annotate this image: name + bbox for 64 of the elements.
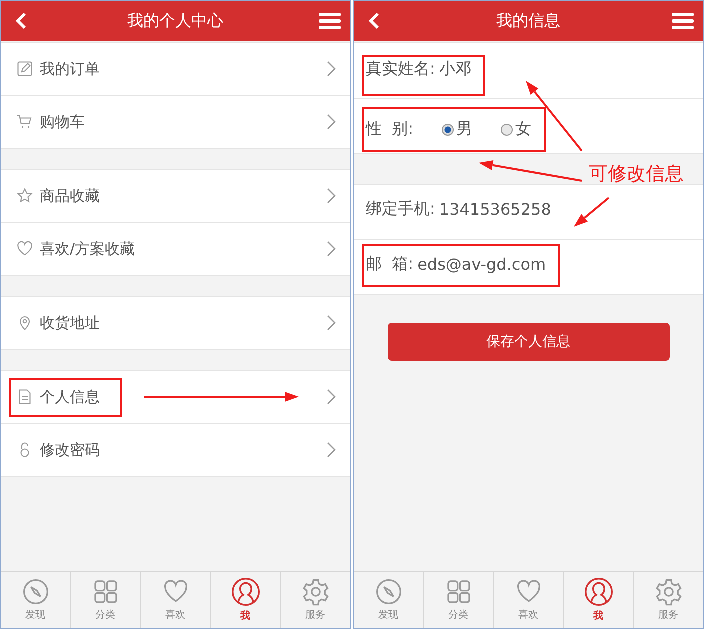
settings-icon	[654, 578, 682, 606]
menu-item[interactable]: 个人信息	[1, 371, 350, 424]
radio-button[interactable]	[500, 124, 513, 136]
field-label: 邮 箱:	[366, 254, 414, 275]
menu-label: 修改密码	[40, 440, 100, 460]
screen-title: 我的个人中心	[128, 10, 224, 32]
field-label: 性 别:	[366, 119, 414, 140]
menu-icon	[672, 12, 694, 30]
menu-item[interactable]: 喜欢/方案收藏	[1, 223, 350, 276]
menu-item[interactable]: 修改密码	[1, 424, 350, 477]
back-icon	[14, 12, 28, 30]
tab[interactable]: 服务	[281, 572, 350, 628]
tab[interactable]: 服务	[634, 572, 703, 628]
settings-icon	[302, 578, 330, 606]
menu-label: 喜欢/方案收藏	[40, 240, 136, 258]
field-label: 绑定手机:	[366, 199, 436, 220]
radio-option[interactable]: 男	[442, 119, 473, 140]
chevron-right-icon	[326, 114, 336, 130]
tab[interactable]: 分类	[71, 572, 141, 628]
user-icon	[584, 577, 614, 607]
back-icon	[367, 12, 381, 30]
radio-option[interactable]: 女	[500, 119, 532, 140]
radio-button[interactable]	[442, 124, 454, 136]
chevron-right-icon	[326, 389, 336, 405]
screen-title: 我的信息	[496, 10, 560, 32]
menu-item[interactable]: 我的订单	[1, 43, 350, 96]
chevron-right-icon	[326, 188, 336, 204]
menu-item[interactable]: 收货地址	[1, 297, 350, 350]
menu-icon	[319, 12, 341, 30]
star-icon	[16, 187, 34, 205]
tab[interactable]: 发现	[1, 572, 71, 628]
document-icon	[16, 388, 34, 406]
heart-icon	[16, 240, 34, 258]
grid-icon	[444, 578, 472, 606]
edit-icon	[16, 60, 34, 78]
user-icon	[230, 577, 260, 607]
menu-item[interactable]: 购物车	[1, 96, 350, 149]
cart-icon	[16, 113, 34, 131]
tab[interactable]: 分类	[424, 572, 494, 628]
tab[interactable]: 我	[211, 572, 281, 628]
grid-icon	[92, 578, 120, 606]
compass-icon	[22, 578, 50, 606]
menu-label: 购物车	[40, 112, 85, 132]
tab[interactable]: 喜欢	[141, 572, 211, 628]
chevron-right-icon	[326, 61, 336, 77]
menu-label: 商品收藏	[40, 186, 100, 206]
tab[interactable]: 喜欢	[494, 572, 564, 628]
chevron-right-icon	[326, 442, 336, 458]
field-label: 真实姓名:	[366, 59, 436, 80]
field-value: 小邓	[439, 59, 472, 80]
tab[interactable]: 我	[564, 572, 634, 628]
save-button[interactable]: 保存个人信息	[388, 323, 670, 361]
chevron-right-icon	[326, 315, 336, 331]
arrow	[574, 197, 610, 227]
menu-label: 收货地址	[40, 314, 100, 332]
compass-icon	[374, 578, 402, 606]
field-value: 13415365258	[439, 200, 552, 219]
tab[interactable]: 发现	[354, 572, 424, 628]
menu-label: 个人信息	[40, 388, 100, 406]
field-value: eds@av-gd.com	[418, 255, 546, 274]
menu-item[interactable]: 商品收藏	[1, 170, 350, 223]
chevron-right-icon	[326, 241, 336, 257]
annotation-note: 可修改信息	[589, 162, 684, 187]
menu-label: 我的订单	[40, 60, 100, 78]
